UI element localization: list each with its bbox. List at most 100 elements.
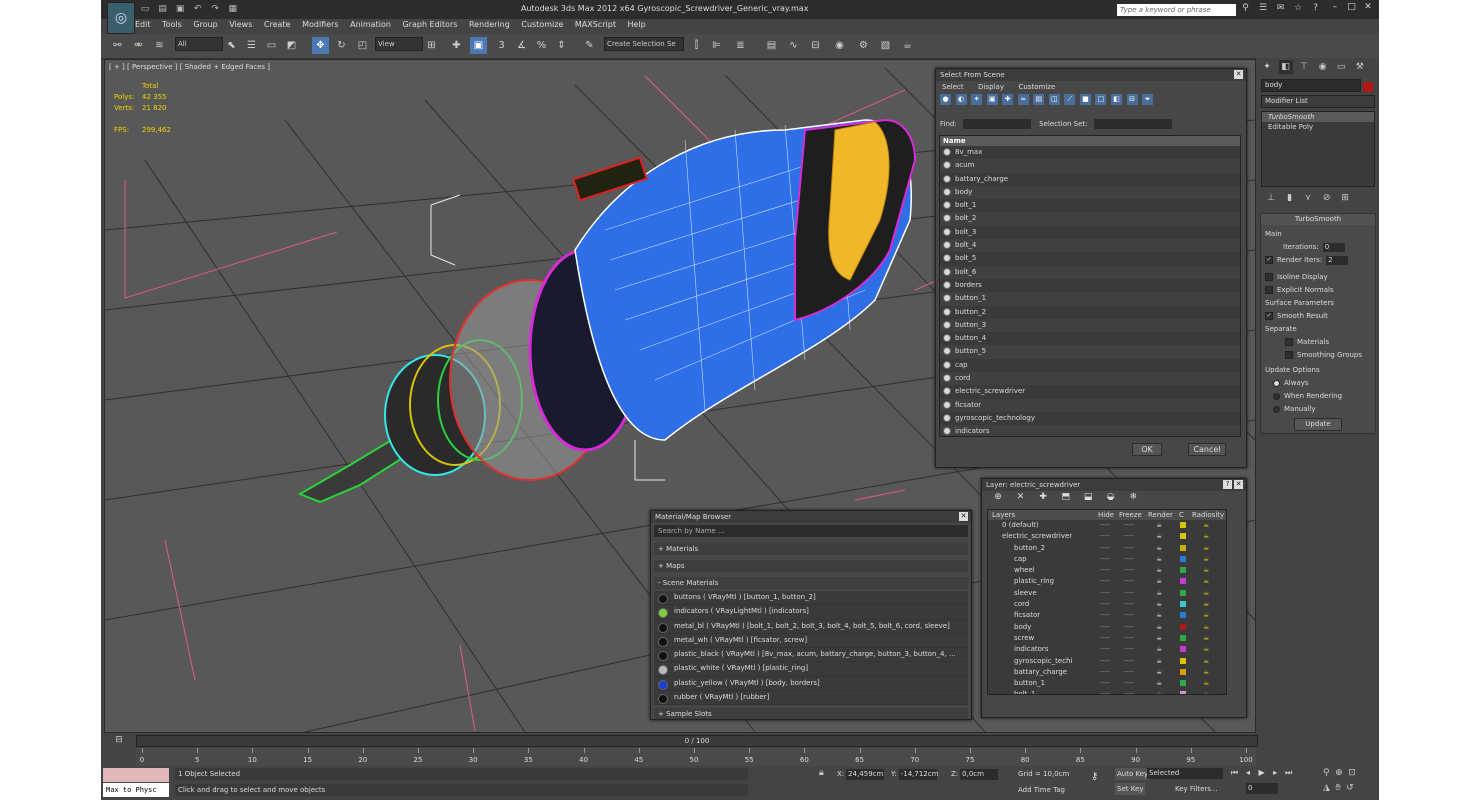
select-by-name-icon[interactable]: ☰ xyxy=(243,37,260,54)
sfs-list-item[interactable]: bolt_3 xyxy=(940,226,1240,239)
modify-tab-icon[interactable]: ◧ xyxy=(1278,60,1293,74)
radiosity-teapot-icon[interactable]: ☕ xyxy=(1203,554,1209,565)
render-teapot-icon[interactable]: ☕ xyxy=(1156,543,1162,554)
go-to-start-icon[interactable]: ⏮ xyxy=(1229,768,1240,778)
graphite-tools-icon[interactable]: ▤ xyxy=(763,37,780,54)
hide-toggle[interactable]: ---- xyxy=(1100,520,1110,531)
scene-materials-section[interactable]: - Scene Materials xyxy=(654,577,968,589)
sfs-list-item[interactable]: button_2 xyxy=(940,306,1240,319)
radiosity-teapot-icon[interactable]: ☕ xyxy=(1203,565,1209,576)
render-teapot-icon[interactable]: ☕ xyxy=(1156,531,1162,542)
layer-row[interactable]: indicators ---- ---- ☕ ☕ xyxy=(988,644,1226,655)
snaps-toggle-icon[interactable]: 3 xyxy=(493,37,510,54)
align-icon[interactable]: ⊫ xyxy=(708,37,725,54)
sfs-list-item[interactable]: battary_charge xyxy=(940,173,1240,186)
scene-material-item[interactable]: rubber ( VRayMtl ) [rubber] xyxy=(654,691,968,706)
sample-slots-section[interactable]: + Sample Slots xyxy=(654,708,968,719)
freeze-toggle[interactable]: ---- xyxy=(1124,656,1134,667)
stack-item-turbosmooth[interactable]: TurboSmooth xyxy=(1262,112,1374,122)
hide-toggle[interactable]: ---- xyxy=(1100,622,1110,633)
layer-row[interactable]: wheel ---- ---- ☕ ☕ xyxy=(988,565,1226,576)
freeze-toggle[interactable]: ---- xyxy=(1124,622,1134,633)
layer-row[interactable]: bolt_1 ---- ---- ☕ ☕ xyxy=(988,689,1226,694)
add-time-tag-button[interactable]: Add Time Tag xyxy=(1018,784,1065,796)
freeze-toggle[interactable]: ---- xyxy=(1124,520,1134,531)
field-of-view-icon[interactable]: ◮ xyxy=(1323,783,1330,793)
rotate-icon[interactable]: ↻ xyxy=(333,37,350,54)
render-teapot-icon[interactable]: ☕ xyxy=(1156,599,1162,610)
go-to-end-icon[interactable]: ⏭ xyxy=(1283,768,1294,778)
zoom-all-icon[interactable]: ⊕ xyxy=(1335,768,1343,778)
radiosity-teapot-icon[interactable]: ☕ xyxy=(1203,644,1209,655)
smoothing-groups-checkbox[interactable] xyxy=(1285,351,1293,359)
bones-filter-icon[interactable]: ⟋ xyxy=(1064,94,1076,105)
update-button[interactable]: Update xyxy=(1294,418,1342,431)
undo-icon[interactable]: ↶ xyxy=(192,3,204,15)
close-icon[interactable]: ✕ xyxy=(1234,480,1243,489)
radiosity-teapot-icon[interactable]: ☕ xyxy=(1203,656,1209,667)
display-children-icon[interactable]: ⊟ xyxy=(1126,94,1138,105)
menu-animation[interactable]: Animation xyxy=(350,20,391,29)
menu-graph-editors[interactable]: Graph Editors xyxy=(402,20,457,29)
percent-snap-icon[interactable]: % xyxy=(533,37,550,54)
hide-toggle[interactable]: ---- xyxy=(1100,588,1110,599)
layer-row[interactable]: 0 (default) ---- ---- ☕ ☕ xyxy=(988,520,1226,531)
utilities-tab-icon[interactable]: ⚒ xyxy=(1353,60,1367,74)
sfs-list-item[interactable]: button_1 xyxy=(940,292,1240,306)
hide-toggle[interactable]: ---- xyxy=(1100,644,1110,655)
sfs-list-item[interactable]: borders xyxy=(940,279,1240,292)
layer-color-swatch[interactable] xyxy=(1180,657,1186,664)
radiosity-teapot-icon[interactable]: ☕ xyxy=(1203,610,1209,621)
color-column[interactable]: C xyxy=(1179,510,1184,520)
freeze-toggle[interactable]: ---- xyxy=(1124,667,1134,678)
menu-tools[interactable]: Tools xyxy=(162,20,182,29)
object-color-swatch[interactable] xyxy=(1363,82,1373,92)
schematic-view-icon[interactable]: ⊟ xyxy=(807,37,824,54)
binoculars-icon[interactable]: ⚲ xyxy=(1239,3,1252,13)
help-search-input[interactable]: Type a keyword or phrase xyxy=(1117,4,1236,16)
turbosmooth-header[interactable]: TurboSmooth xyxy=(1261,214,1375,225)
display-tab-icon[interactable]: ▭ xyxy=(1334,60,1348,74)
helpers-filter-icon[interactable]: ✚ xyxy=(1002,94,1014,105)
radiosity-teapot-icon[interactable]: ☕ xyxy=(1203,543,1209,554)
pan-icon[interactable]: ✋︎ xyxy=(1335,783,1340,793)
render-teapot-icon[interactable]: ☕ xyxy=(1156,565,1162,576)
radiosity-teapot-icon[interactable]: ☕ xyxy=(1203,520,1209,531)
menu-create[interactable]: Create xyxy=(264,20,291,29)
scene-material-item[interactable]: metal_bl ( VRayMtl ) [bolt_1, bolt_2, bo… xyxy=(654,619,968,634)
scene-material-item[interactable]: buttons ( VRayMtl ) [button_1, button_2] xyxy=(654,591,968,606)
always-radio[interactable] xyxy=(1273,379,1280,387)
radiosity-column[interactable]: Radiosity xyxy=(1192,510,1224,520)
select-object-icon[interactable]: ⬉ xyxy=(223,37,240,54)
render-icon[interactable]: ☕ xyxy=(899,37,916,54)
lights-filter-icon[interactable]: ✦ xyxy=(971,94,983,105)
render-teapot-icon[interactable]: ☕ xyxy=(1156,588,1162,599)
menu-rendering[interactable]: Rendering xyxy=(469,20,510,29)
time-slider[interactable]: 0 / 100 xyxy=(136,735,1258,747)
layer-row[interactable]: button_1 ---- ---- ☕ ☕ xyxy=(988,678,1226,689)
scene-material-item[interactable]: indicators ( VRayLightMtl ) [indicators] xyxy=(654,605,968,620)
menu-modifiers[interactable]: Modifiers xyxy=(302,20,339,29)
layer-color-swatch[interactable] xyxy=(1180,578,1186,585)
freeze-all-icon[interactable]: ❄ xyxy=(1126,492,1140,504)
highlight-layer-icon[interactable]: ⬓ xyxy=(1081,492,1095,504)
hide-toggle[interactable]: ---- xyxy=(1100,689,1110,694)
render-teapot-icon[interactable]: ☕ xyxy=(1156,622,1162,633)
render-teapot-icon[interactable]: ☕ xyxy=(1156,678,1162,689)
select-in-layer-icon[interactable]: ⬒ xyxy=(1059,492,1073,504)
play-icon[interactable]: ▶ xyxy=(1256,768,1267,777)
hide-toggle[interactable]: ---- xyxy=(1100,678,1110,689)
layer-row[interactable]: body ---- ---- ☕ ☕ xyxy=(988,622,1226,633)
delete-layer-icon[interactable]: ✕ xyxy=(1014,492,1028,504)
layer-row[interactable]: button_2 ---- ---- ☕ ☕ xyxy=(988,543,1226,554)
radiosity-teapot-icon[interactable]: ☕ xyxy=(1203,633,1209,644)
curve-editor-icon[interactable]: ∿ xyxy=(785,37,802,54)
open-file-icon[interactable]: ▤ xyxy=(157,3,169,15)
configure-sets-icon[interactable]: ⊞ xyxy=(1338,191,1352,205)
show-end-result-icon[interactable]: ▮ xyxy=(1283,191,1297,205)
make-unique-icon[interactable]: ⋎ xyxy=(1301,191,1315,205)
radiosity-teapot-icon[interactable]: ☕ xyxy=(1203,599,1209,610)
sfs-list-item[interactable]: body xyxy=(940,185,1240,200)
layer-color-swatch[interactable] xyxy=(1180,612,1186,619)
hide-toggle[interactable]: ---- xyxy=(1100,656,1110,667)
